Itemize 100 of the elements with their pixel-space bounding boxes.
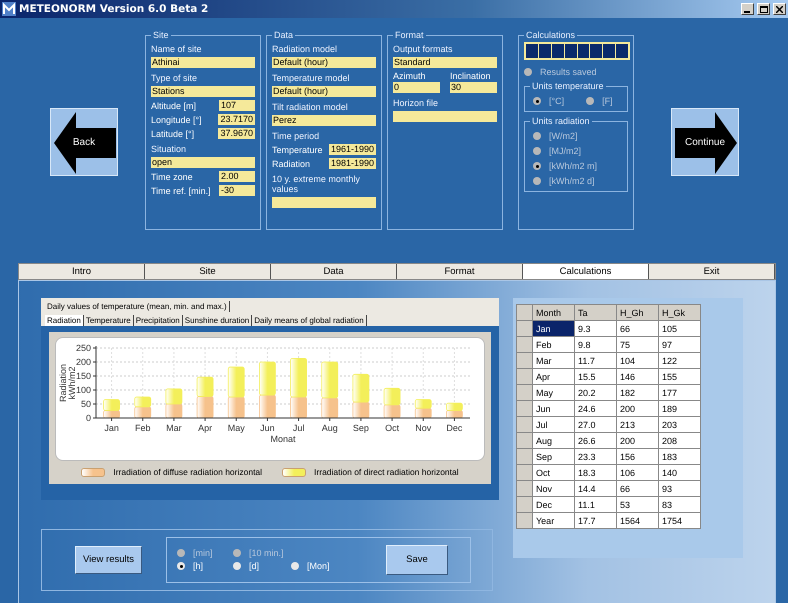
- legend-swatch: [282, 468, 306, 476]
- radio-label: [d]: [249, 561, 260, 571]
- y-tick-label: 150: [76, 371, 91, 381]
- field-label: Azimuth: [393, 71, 427, 81]
- field-label: Inclination: [450, 71, 492, 81]
- table-cell: 66: [616, 480, 658, 496]
- table-cell: 208: [658, 432, 700, 448]
- input-field[interactable]: 37.9670: [218, 128, 255, 139]
- input-field[interactable]: 30: [450, 82, 497, 93]
- radio-label: [h]: [193, 561, 204, 571]
- row-header: [516, 400, 532, 416]
- input-field[interactable]: 0: [393, 82, 440, 93]
- field-label: Name of site: [151, 44, 203, 54]
- table-cell: 122: [658, 352, 700, 368]
- field-label: Time zone: [151, 172, 193, 182]
- table-cell: Oct: [532, 464, 574, 480]
- input-field[interactable]: Stations: [151, 86, 255, 97]
- table-cell: 11.7: [574, 352, 616, 368]
- radio-label: [10 min.]: [249, 548, 284, 558]
- input-field[interactable]: Perez: [272, 115, 376, 126]
- field-label: Latitude [°]: [151, 128, 194, 138]
- table-cell: Jun: [532, 400, 574, 416]
- table-cell: Aug: [532, 432, 574, 448]
- table-cell: Apr: [532, 368, 574, 384]
- row-header: [516, 416, 532, 432]
- tab[interactable]: Radiation: [45, 315, 84, 326]
- radio-button[interactable]: [233, 562, 241, 570]
- corner-cell: [516, 304, 532, 320]
- table-cell: 26.6: [574, 432, 616, 448]
- input-field[interactable]: 107: [219, 100, 255, 111]
- bar: [446, 402, 463, 411]
- table-cell: 189: [658, 400, 700, 416]
- table-cell: 203: [658, 416, 700, 432]
- radio-label: [Mon]: [307, 561, 330, 571]
- table-cell: 53: [616, 496, 658, 512]
- radio-label: [°C]: [549, 96, 564, 106]
- bar: [414, 399, 432, 409]
- input-field[interactable]: Default (hour): [272, 57, 376, 68]
- app-icon: [2, 2, 16, 16]
- bar: [259, 362, 276, 396]
- panel-title: Site: [151, 30, 171, 40]
- table-cell: 15.5: [574, 368, 616, 384]
- table-cell: Mar: [532, 352, 574, 368]
- table-cell: 66: [616, 320, 658, 336]
- radio-button[interactable]: [291, 562, 299, 570]
- bar: [228, 366, 245, 398]
- field-label: Time period: [272, 131, 320, 141]
- field-label: Situation: [151, 144, 188, 154]
- input-field[interactable]: 1981-1990: [328, 158, 376, 169]
- row-header: [516, 336, 532, 352]
- input-field[interactable]: -30: [219, 185, 255, 196]
- table-cell: 14.4: [574, 480, 616, 496]
- table-cell: 9.8: [574, 336, 616, 352]
- field-label: Horizon file: [393, 98, 440, 108]
- radio-button[interactable]: [177, 562, 185, 570]
- bar: [414, 408, 432, 418]
- minimize-button[interactable]: [741, 3, 754, 15]
- view-results-button[interactable]: View results: [75, 546, 142, 574]
- radio-label: [min]: [193, 548, 213, 558]
- save-button[interactable]: Save: [386, 544, 448, 574]
- table-cell: 200: [616, 432, 658, 448]
- table-cell: 27.0: [574, 416, 616, 432]
- input-field[interactable]: Default (hour): [272, 86, 376, 97]
- input-field[interactable]: [393, 111, 497, 122]
- input-field[interactable]: 2.00: [219, 171, 255, 182]
- group-title: Units temperature: [530, 81, 606, 91]
- x-tick-label: Sep: [352, 423, 369, 433]
- table-cell: Sep: [532, 448, 574, 464]
- panel-title: Calculations: [524, 30, 578, 40]
- table-cell: 106: [616, 464, 658, 480]
- table-cell: Jul: [532, 416, 574, 432]
- table-cell: Dec: [532, 496, 574, 512]
- tab[interactable]: Sunshine duration: [182, 315, 252, 326]
- row-header: [516, 480, 532, 496]
- maximize-button[interactable]: [757, 3, 770, 15]
- table-cell: 17.7: [574, 512, 616, 528]
- bar: [384, 388, 400, 406]
- legend-label: Irradiation of direct radiation horizontal: [314, 467, 459, 477]
- input-field[interactable]: 1961-1990: [328, 144, 376, 155]
- tab[interactable]: Calculations: [523, 264, 649, 279]
- x-tick-label: Mar: [166, 423, 182, 433]
- row-header: [516, 352, 532, 368]
- tab[interactable]: Daily means of global radiation: [252, 315, 367, 326]
- input-field[interactable]: Standard: [393, 57, 497, 68]
- input-field[interactable]: 23.7170: [218, 114, 255, 125]
- continue-button[interactable]: Continue: [671, 108, 739, 176]
- back-button[interactable]: Back: [50, 108, 118, 176]
- input-field[interactable]: [272, 197, 376, 208]
- column-header: H_Gh: [616, 304, 658, 320]
- tab[interactable]: Temperature: [84, 315, 134, 326]
- panel-title: Data: [272, 30, 296, 40]
- field-label: Temperature: [272, 144, 323, 154]
- field-label: Type of site: [151, 73, 198, 83]
- table-cell: 83: [658, 496, 700, 512]
- table-cell: Feb: [532, 336, 574, 352]
- close-button[interactable]: [773, 3, 786, 15]
- x-tick-label: Jan: [104, 423, 119, 433]
- input-field[interactable]: Athinai: [151, 57, 255, 68]
- tab[interactable]: Precipitation: [134, 315, 183, 326]
- input-field[interactable]: open: [151, 157, 255, 168]
